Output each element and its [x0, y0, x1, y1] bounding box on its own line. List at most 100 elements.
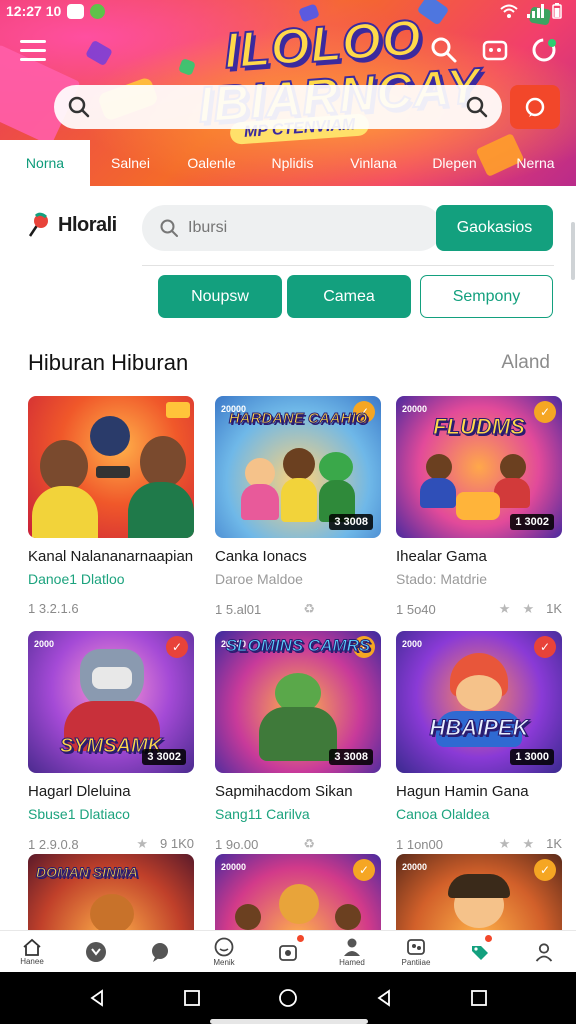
recents-icon[interactable]: [470, 989, 488, 1007]
card-stat: 1 1on00: [396, 836, 443, 852]
game-card[interactable]: 2000 ✓ SYMSAMK 3 3002 Hagarl Dleluina Sb…: [28, 631, 194, 852]
see-all-link[interactable]: Aland: [501, 352, 550, 374]
hero-banner: ILOLOO IBIARNCAY MP CTENVIAM Norna Salne…: [0, 0, 576, 186]
shield-icon: [86, 941, 106, 962]
badge-icon: ✓: [534, 859, 556, 881]
tab-category[interactable]: Nerna: [495, 140, 576, 186]
nav-item-gift[interactable]: [256, 931, 320, 972]
game-thumbnail: 2000 ✓ SYMSAMK 3 3002: [28, 631, 194, 773]
tab-category[interactable]: Norna: [0, 140, 90, 186]
card-tag: 2000: [402, 639, 423, 649]
refresh-icon[interactable]: [530, 36, 558, 64]
tab-category[interactable]: Dlepen: [414, 140, 495, 186]
character-figure: [90, 894, 134, 934]
card-title: Ihealar Gama: [396, 548, 487, 565]
tab-category[interactable]: Nplidis: [252, 140, 333, 186]
badge-icon: ✓: [353, 859, 375, 881]
card-meta: 1 9o.00 ♻: [215, 836, 381, 852]
card-badge: 1 3002: [510, 514, 554, 530]
chat-button[interactable]: [510, 85, 560, 129]
card-tag: 20000: [402, 404, 428, 414]
card-badge: 3 3002: [142, 749, 186, 765]
character-figure: [259, 707, 337, 761]
card-developer: Canoa Olaldea: [396, 806, 490, 822]
search-field[interactable]: [142, 205, 442, 251]
star-icon[interactable]: ★: [522, 601, 534, 617]
character-figure: [448, 874, 510, 898]
search-icon: [68, 96, 90, 123]
character-figure: [32, 486, 98, 538]
filter-button[interactable]: Camea: [287, 275, 411, 318]
share-icon[interactable]: ♻: [303, 836, 315, 852]
tab-category[interactable]: Vinlana: [333, 140, 414, 186]
card-title: Hagun Hamin Gana: [396, 783, 529, 800]
tab-category[interactable]: Oalenle: [171, 140, 252, 186]
home-indicator[interactable]: [210, 1019, 368, 1024]
gallery-icon: [407, 938, 425, 955]
card-badge: 3 3008: [329, 749, 373, 765]
brand[interactable]: Hlorali: [26, 212, 117, 238]
search-input[interactable]: [188, 219, 408, 237]
menu-icon[interactable]: [20, 40, 46, 62]
nav-item-tag[interactable]: [448, 931, 512, 972]
back-icon[interactable]: [88, 989, 106, 1007]
hero-search-bar[interactable]: [54, 85, 502, 129]
card-meta: 1 5o40 ★ ★ 1K: [396, 601, 562, 617]
search-button[interactable]: Gaokasios: [436, 205, 553, 251]
character-figure: [279, 884, 319, 924]
game-card[interactable]: 20000 ✓ FLUDMS 1 3002 Ihealar Gama Stado…: [396, 396, 562, 617]
nav-item-chat[interactable]: [128, 931, 192, 972]
filter-button[interactable]: Noupsw: [158, 275, 282, 318]
scrollbar[interactable]: [571, 222, 575, 280]
tag-icon: [472, 945, 488, 960]
star-icon[interactable]: ★: [499, 601, 511, 617]
filter-button[interactable]: Sempony: [420, 275, 553, 318]
card-tag: 20000: [402, 862, 428, 872]
character-figure: [235, 904, 261, 930]
character-figure: [500, 454, 526, 480]
card-developer: Sang11 Carilva: [215, 806, 310, 822]
nav-item-profile[interactable]: [512, 931, 576, 972]
tab-category[interactable]: Salnei: [90, 140, 171, 186]
badge-icon: ✓: [534, 636, 556, 658]
card-title: Hagarl Dleluina: [28, 783, 131, 800]
game-card[interactable]: 20000 ✓ SLOMINS CAMRS 3 3008 Sapmihacdom…: [215, 631, 381, 852]
star-icon[interactable]: ★: [136, 836, 148, 852]
section-title: Hiburan Hiburan: [28, 350, 189, 375]
nav-item-emoji[interactable]: Menik: [192, 931, 256, 972]
star-icon[interactable]: ★: [499, 836, 511, 852]
status-time: 12:27 10: [6, 3, 62, 19]
nav-item-person[interactable]: Hamed: [320, 931, 384, 972]
game-card[interactable]: 2000 ✓ HBAIPEK 1 3000 Hagun Hamin Gana C…: [396, 631, 562, 852]
card-developer: Danoe1 Dlatloo: [28, 571, 125, 587]
back-icon[interactable]: [375, 989, 393, 1007]
category-tabs: Norna Salnei Oalenle Nplidis Vinlana Dle…: [0, 140, 576, 186]
bottom-navigation: Hanee Menik Hamed Pantiiae: [0, 930, 576, 972]
card-tag: 20000: [221, 862, 247, 872]
game-thumbnail: [28, 396, 194, 538]
game-art-title: HBAIPEK: [429, 715, 529, 741]
game-card[interactable]: 20000 ✓ HARDANE CAAHIO 3 3008 Canka Iona…: [215, 396, 381, 617]
recents-icon[interactable]: [183, 989, 201, 1007]
game-card[interactable]: Kanal Nalananarnaapiani, Danoe1 Dlatloo …: [28, 396, 194, 616]
card-title: Canka Ionacs: [215, 548, 307, 565]
game-thumbnail: 20000 ✓ FLUDMS 1 3002: [396, 396, 562, 538]
game-thumbnail: 20000 ✓ SLOMINS CAMRS 3 3008: [215, 631, 381, 773]
star-icon[interactable]: ★: [522, 836, 534, 852]
nav-item-home[interactable]: Hanee: [0, 931, 64, 972]
divider: [142, 265, 554, 266]
gamepad-icon[interactable]: [481, 36, 509, 64]
search-icon[interactable]: [430, 36, 458, 64]
card-meta: 1 3.2.1.6: [28, 601, 194, 616]
card-title: Sapmihacdom Sikan: [215, 783, 353, 800]
nav-item-shield[interactable]: [64, 931, 128, 972]
share-icon[interactable]: ♻: [303, 601, 315, 617]
user-icon: [535, 942, 553, 962]
nav-label: Pantiiae: [401, 957, 431, 967]
home-button-icon[interactable]: [278, 988, 298, 1008]
status-bar: 12:27 10: [0, 0, 576, 22]
search-icon[interactable]: [466, 96, 488, 123]
card-badge: 1 3000: [510, 749, 554, 765]
battery-icon: [552, 3, 562, 19]
nav-item-gallery[interactable]: Pantiiae: [384, 931, 448, 972]
